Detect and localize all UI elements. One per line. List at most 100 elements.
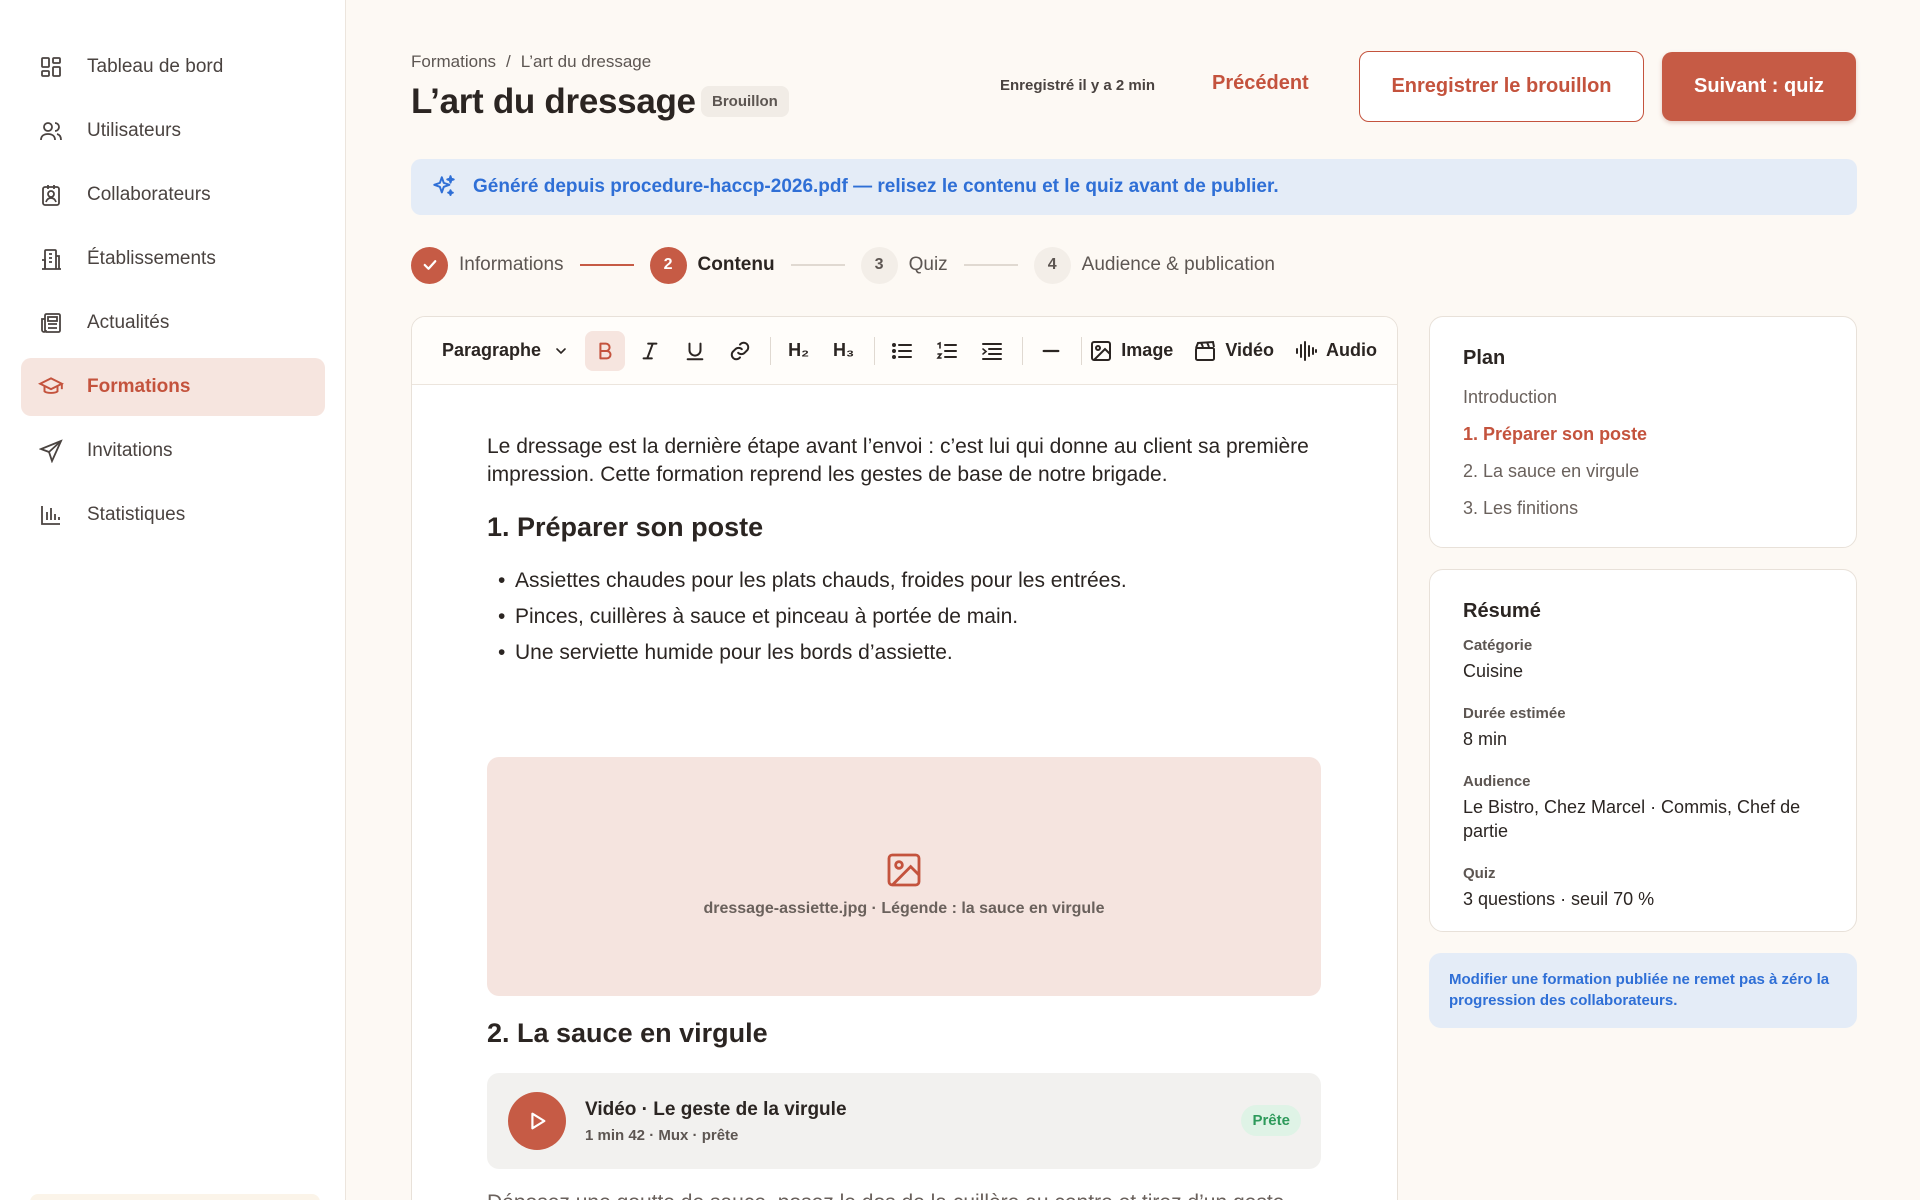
sidebar-footer xyxy=(30,1194,320,1200)
image-block[interactable]: dressage-assiette.jpg · Légende : la sau… xyxy=(487,757,1321,996)
next-quiz-button[interactable]: Suivant : quiz xyxy=(1662,52,1856,121)
sidebar-item-label: Établissements xyxy=(87,248,216,269)
numbered-list-button[interactable] xyxy=(927,331,967,371)
video-title: Vidéo · Le geste de la virgule xyxy=(585,1098,847,1120)
link-button[interactable] xyxy=(720,331,760,371)
sidebar-item-trainings[interactable]: Formations xyxy=(21,358,325,416)
summary-panel: Résumé Catégorie Cuisine Durée estimée 8… xyxy=(1429,569,1857,932)
quiz-value: 3 questions · seuil 70 % xyxy=(1463,889,1655,909)
list-item[interactable]: Pinces, cuillères à sauce et pinceau à p… xyxy=(498,599,1127,635)
list-item[interactable]: Une serviette humide pour les bords d’as… xyxy=(498,635,1127,671)
bold-button[interactable] xyxy=(585,330,626,371)
chevron-down-icon xyxy=(553,343,569,359)
insert-audio-label: Audio xyxy=(1326,340,1378,360)
italic-button[interactable] xyxy=(630,331,670,371)
section-heading[interactable]: 2. La sauce en virgule xyxy=(487,1018,768,1049)
step-connector xyxy=(579,264,634,266)
heading2-button[interactable]: H₂ xyxy=(779,331,819,371)
newspaper-icon xyxy=(37,309,65,337)
info-note: Modifier une formation publiée ne remet … xyxy=(1429,953,1857,1028)
breadcrumb-separator: / xyxy=(506,52,511,71)
clapperboard-icon xyxy=(1193,339,1217,363)
underline-icon xyxy=(686,342,704,360)
indent-list-icon xyxy=(982,342,1003,360)
sidebar-item-label: Utilisateurs xyxy=(87,120,181,141)
toolbar-divider xyxy=(873,336,875,365)
outline-item[interactable]: 2. La sauce en virgule xyxy=(1463,460,1823,497)
block-type-value: Paragraphe xyxy=(442,340,542,360)
sidebar-item-invitations[interactable]: Invitations xyxy=(21,422,325,480)
breadcrumb-link-formations[interactable]: Formations xyxy=(411,52,496,71)
previous-button[interactable]: Précédent xyxy=(1212,72,1309,95)
sidebar-item-statistics[interactable]: Statistiques xyxy=(21,486,325,544)
sidebar-item-label: Invitations xyxy=(87,440,173,461)
sidebar: Tableau de bord Utilisateurs Collaborate… xyxy=(0,0,346,1200)
insert-audio-button[interactable]: Audio xyxy=(1294,339,1377,363)
dashboard-icon xyxy=(37,53,65,81)
list-item[interactable]: Assiettes chaudes pour les plats chauds,… xyxy=(498,563,1127,599)
send-icon xyxy=(37,437,65,465)
step-quiz[interactable]: 3 Quiz xyxy=(860,246,948,284)
sidebar-item-dashboard[interactable]: Tableau de bord xyxy=(21,38,325,96)
video-info: Vidéo · Le geste de la virgule 1 min 42 … xyxy=(585,1099,847,1144)
audience-value: Le Bistro, Chez Marcel · Commis, Chef de… xyxy=(1463,797,1801,841)
video-status-badge: Prête xyxy=(1241,1105,1301,1136)
audience-label: Audience xyxy=(1463,773,1531,790)
sidebar-item-news[interactable]: Actualités xyxy=(21,294,325,352)
horizontal-rule-button[interactable] xyxy=(1031,331,1071,371)
horizontal-rule-icon xyxy=(1042,349,1060,352)
step-contenu[interactable]: 2 Contenu xyxy=(649,246,775,284)
outline-item[interactable]: Introduction xyxy=(1463,386,1823,423)
audio-waveform-icon xyxy=(1294,339,1318,363)
insert-image-button[interactable]: Image xyxy=(1089,339,1173,363)
page-title: L’art du dressage xyxy=(411,82,696,121)
save-status: Enregistré il y a 2 min xyxy=(1000,77,1156,94)
outline-title: Plan xyxy=(1463,347,1506,369)
video-meta: 1 min 42 · Mux · prête xyxy=(585,1126,739,1144)
step-informations[interactable]: Informations xyxy=(411,246,564,284)
step-connector xyxy=(790,264,845,266)
sidebar-item-label: Statistiques xyxy=(87,504,186,525)
play-button[interactable] xyxy=(508,1092,566,1150)
check-icon xyxy=(411,246,448,284)
sidebar-item-users[interactable]: Utilisateurs xyxy=(21,102,325,160)
step-label: Informations xyxy=(459,254,564,275)
heading3-button[interactable]: H₃ xyxy=(824,331,864,371)
section-heading[interactable]: 1. Préparer son poste xyxy=(487,512,763,543)
underline-button[interactable] xyxy=(675,331,715,371)
sauce-paragraph[interactable]: Déposez une goutte de sauce, posez le do… xyxy=(487,1189,1327,1200)
image-caption: dressage-assiette.jpg · Légende : la sau… xyxy=(703,899,1105,917)
graduation-cap-icon xyxy=(37,373,65,401)
save-draft-button[interactable]: Enregistrer le brouillon xyxy=(1359,51,1644,122)
step-label: Contenu xyxy=(697,254,775,275)
outline-item[interactable]: 1. Préparer son poste xyxy=(1463,423,1823,460)
bullet-list-button[interactable] xyxy=(882,331,922,371)
building-icon xyxy=(37,245,65,273)
video-block[interactable]: Vidéo · Le geste de la virgule 1 min 42 … xyxy=(487,1073,1321,1169)
duration-label: Durée estimée xyxy=(1463,705,1566,722)
insert-image-label: Image xyxy=(1121,340,1174,360)
block-type-select[interactable]: Paragraphe xyxy=(442,340,569,361)
indent-list-button[interactable] xyxy=(972,331,1012,371)
link-icon xyxy=(730,341,750,360)
intro-paragraph[interactable]: Le dressage est la dernière étape avant … xyxy=(487,433,1327,489)
italic-icon xyxy=(642,342,658,359)
bar-chart-icon xyxy=(37,501,65,529)
step-number: 2 xyxy=(649,246,687,284)
main-content: Formations / L’art du dressage L’art du dr… xyxy=(346,0,1920,1200)
status-badge: Brouillon xyxy=(701,86,789,117)
toolbar-divider xyxy=(1022,336,1023,365)
outline-item[interactable]: 3. Les finitions xyxy=(1463,497,1823,534)
sidebar-item-collaborators[interactable]: Collaborateurs xyxy=(21,166,325,224)
users-icon xyxy=(37,117,65,145)
step-connector xyxy=(963,264,1018,266)
bullet-list-icon xyxy=(892,342,913,359)
toolbar-divider xyxy=(1080,336,1082,365)
sidebar-item-establishments[interactable]: Établissements xyxy=(21,230,325,288)
insert-video-button[interactable]: Vidéo xyxy=(1193,339,1274,363)
sidebar-item-label: Formations xyxy=(87,376,191,397)
step-audience[interactable]: 4 Audience & publication xyxy=(1033,246,1275,284)
sidebar-item-label: Tableau de bord xyxy=(87,56,224,77)
outline-panel: Plan Introduction 1. Préparer son poste … xyxy=(1429,316,1857,548)
quiz-label: Quiz xyxy=(1463,865,1496,882)
